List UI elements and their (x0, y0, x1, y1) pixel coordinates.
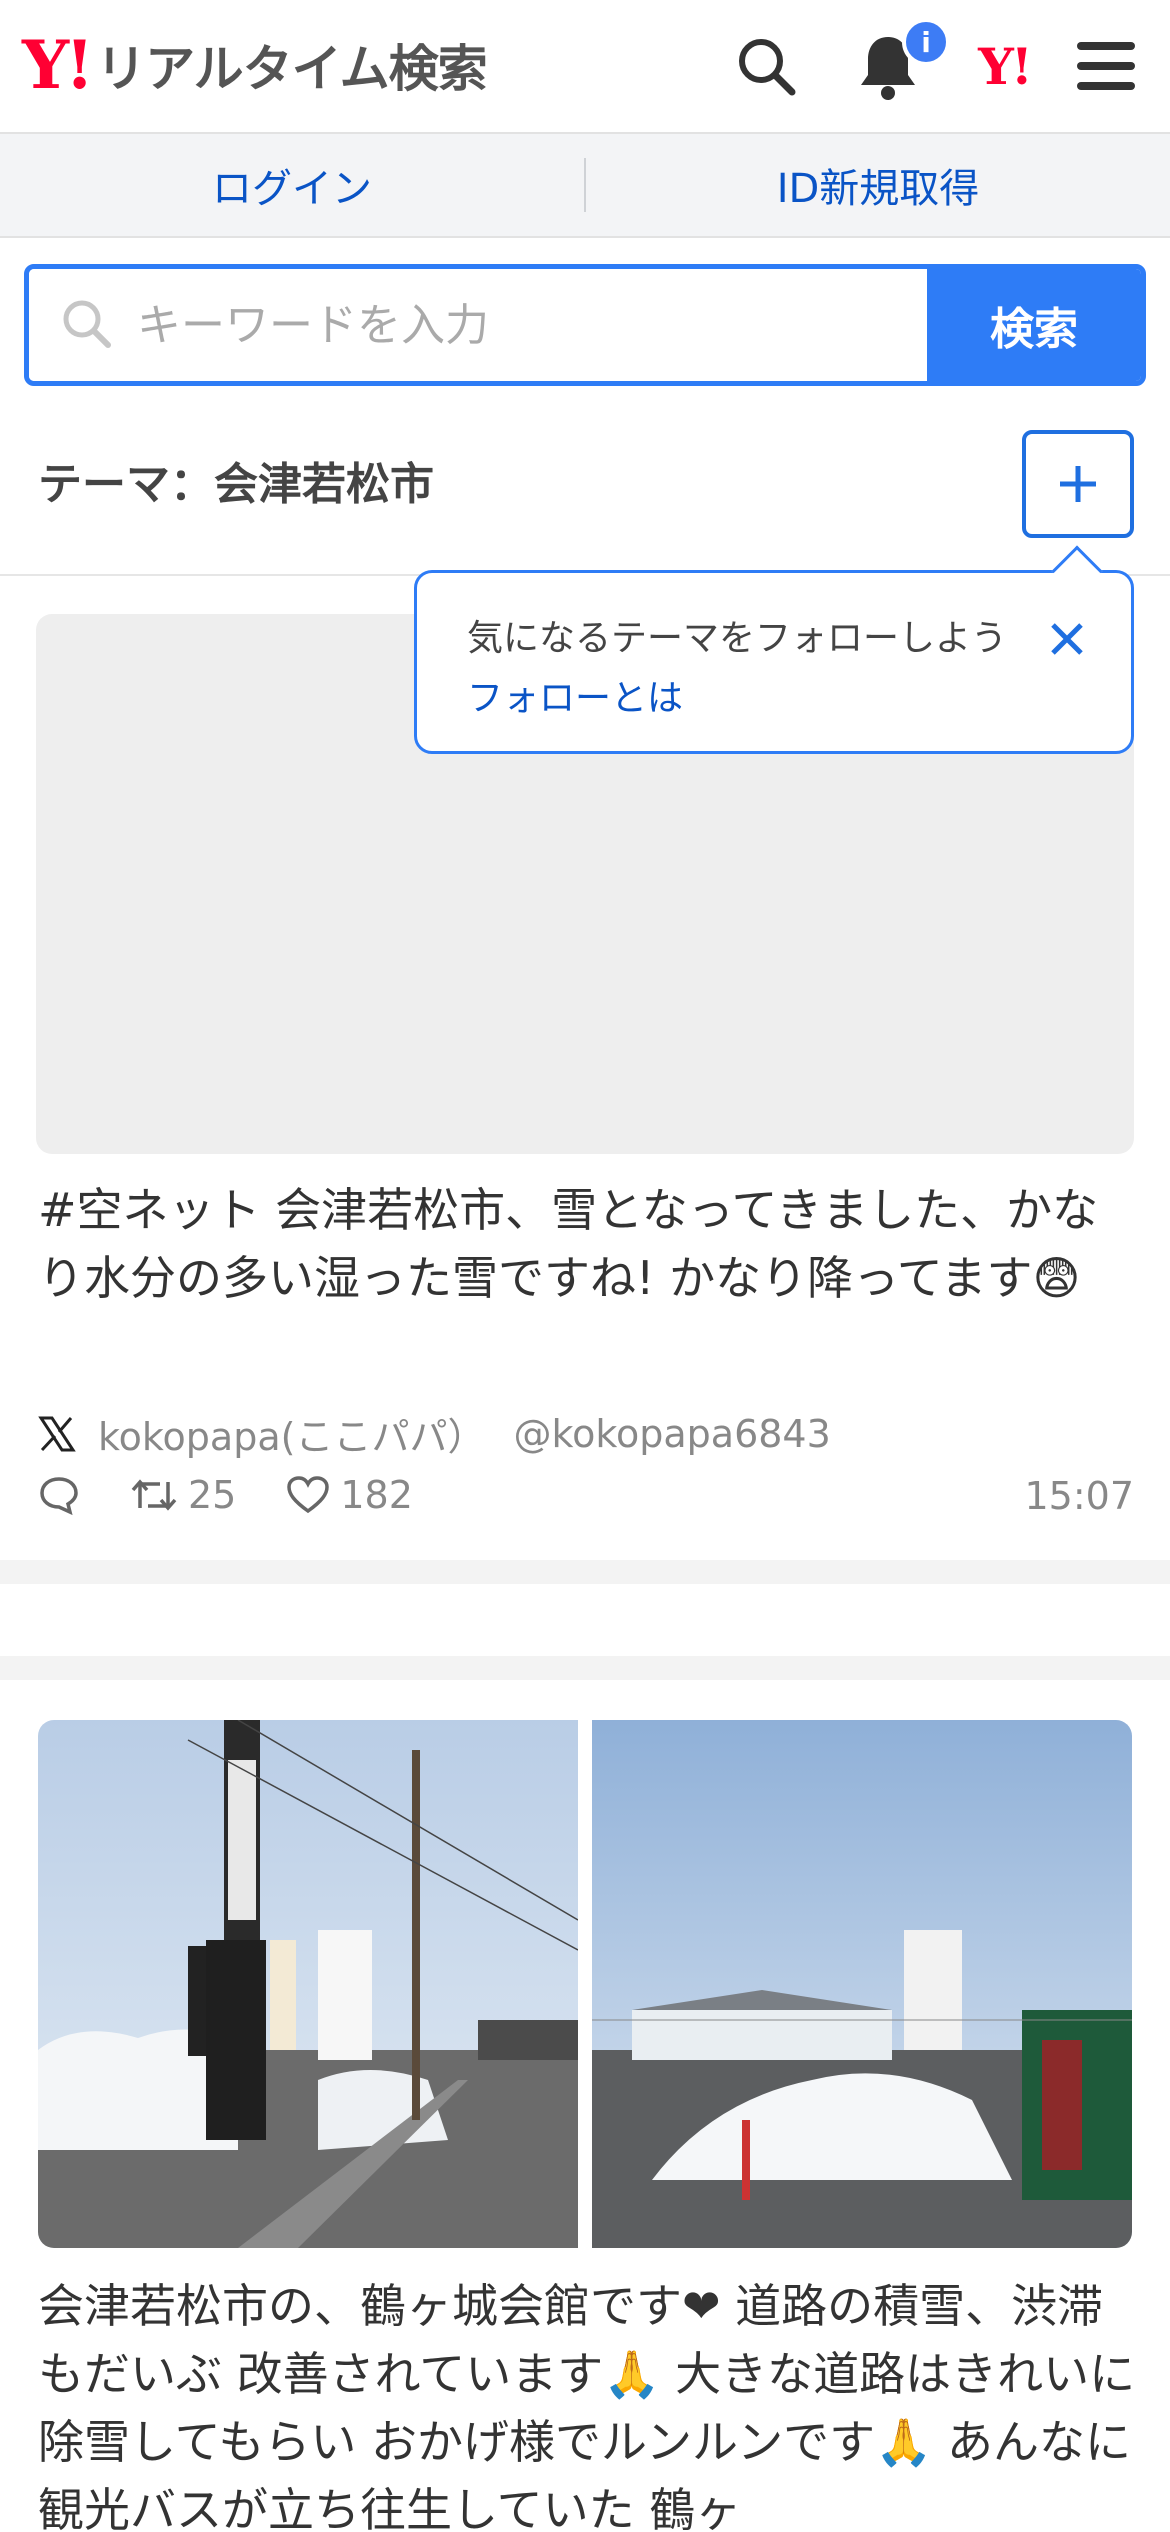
search-input[interactable] (137, 299, 837, 351)
app-header: Y! リアルタイム検索 i Y! (0, 0, 1170, 134)
post-text[interactable]: #空ネット 会津若松市、雪となってきました、かなり水分の多い湿った雪ですね! か… (38, 1176, 1138, 1312)
search-field[interactable] (29, 269, 927, 381)
retweet-icon (131, 1479, 177, 1511)
plus-icon (1060, 466, 1096, 502)
search-icon[interactable] (728, 28, 804, 104)
yahoo-realtime-logo[interactable]: Y! リアルタイム検索 (22, 26, 488, 104)
tooltip-arrow (1051, 545, 1103, 597)
yahoo-japan-icon[interactable]: Y! (966, 28, 1042, 104)
post-author[interactable]: kokopapa(ここパパ） @kokopapa6843 (38, 1406, 831, 1461)
notification-badge: i (902, 18, 950, 66)
register-link[interactable]: ID新規取得 (586, 156, 1170, 214)
post-actions: 25 182 15:07 (38, 1470, 1134, 1520)
post-image-1[interactable] (38, 1720, 578, 2248)
login-link[interactable]: ログイン (0, 156, 584, 214)
author-name: kokopapa(ここパパ） (98, 1415, 486, 1459)
close-icon[interactable] (1045, 617, 1089, 661)
like-button[interactable]: 182 (286, 1473, 413, 1517)
follow-theme-button[interactable] (1022, 430, 1134, 538)
post-separator (0, 1560, 1170, 1584)
login-bar: ログイン ID新規取得 (0, 134, 1170, 238)
reply-button[interactable] (38, 1474, 80, 1516)
theme-title: テーマ：会津若松市 (38, 459, 434, 510)
search-field-icon (59, 296, 113, 354)
heart-icon (287, 1476, 330, 1514)
yj-mark: Y! (978, 36, 1033, 96)
post-separator (0, 1656, 1170, 1680)
retweet-button[interactable]: 25 (130, 1473, 236, 1517)
search-bar: 検索 (24, 264, 1146, 386)
retweet-count: 25 (188, 1473, 237, 1517)
tooltip-message: 気になるテーマをフォローしよう (467, 618, 1008, 659)
like-count: 182 (340, 1473, 413, 1517)
logo-title: リアルタイム検索 (96, 40, 487, 98)
follow-tooltip: 気になるテーマをフォローしよう フォローとは (414, 545, 1134, 754)
menu-icon[interactable] (1068, 28, 1144, 104)
post-image-2[interactable] (592, 1720, 1132, 2248)
reply-icon (40, 1477, 78, 1516)
search-button[interactable]: 検索 (927, 269, 1141, 381)
post-text[interactable]: 会津若松市の、鶴ヶ城会館です❤ 道路の積雪、渋滞もだいぶ 改善されています🙏 大… (38, 2272, 1138, 2532)
yahoo-logo-mark: Y! (22, 26, 94, 104)
author-handle: @kokopapa6843 (513, 1411, 831, 1456)
post-time: 15:07 (1024, 1474, 1134, 1518)
x-logo-icon (38, 1416, 76, 1451)
what-is-follow-link[interactable]: フォローとは (467, 669, 683, 721)
